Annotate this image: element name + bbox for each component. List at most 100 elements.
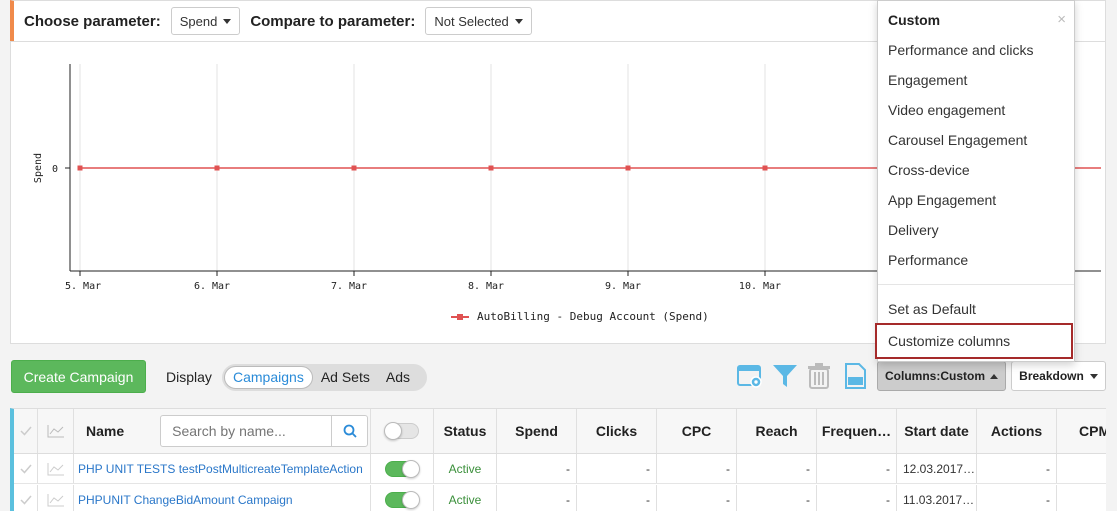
name-column-header: Name bbox=[74, 409, 371, 453]
toggle-knob bbox=[402, 459, 420, 478]
campaign-active-toggle[interactable] bbox=[385, 459, 420, 478]
actions-cell: - bbox=[977, 485, 1057, 511]
menu-item-set-as-default[interactable]: Set as Default bbox=[888, 301, 976, 317]
data-point bbox=[625, 165, 631, 171]
clicks-column-header[interactable]: Clicks bbox=[577, 409, 657, 453]
compare-parameter-select[interactable]: Not Selected bbox=[425, 7, 532, 35]
reach-cell: - bbox=[737, 454, 817, 483]
cpm-cell bbox=[1057, 454, 1106, 483]
choose-parameter-label: Choose parameter: bbox=[24, 12, 161, 30]
create-campaign-button[interactable]: Create Campaign bbox=[11, 360, 146, 393]
frequency-column-header[interactable]: Frequen… bbox=[817, 409, 897, 453]
compare-parameter-value: Not Selected bbox=[434, 13, 509, 29]
choose-parameter-select[interactable]: Spend bbox=[170, 7, 241, 35]
campaigns-table: Name Status Spend Clicks CPC Reach Frequ… bbox=[10, 408, 1106, 511]
status-cell: Active bbox=[434, 485, 497, 511]
campaign-name-link[interactable]: PHP UNIT TESTS testPostMulticreateTempla… bbox=[74, 462, 363, 476]
settings-window-icon[interactable] bbox=[736, 362, 764, 390]
segment-campaigns[interactable]: Campaigns bbox=[224, 366, 313, 389]
chevron-down-icon bbox=[514, 18, 523, 24]
display-label: Display bbox=[166, 369, 212, 385]
trash-icon[interactable] bbox=[805, 362, 833, 390]
status-cell: Active bbox=[434, 454, 497, 483]
status-column-header[interactable]: Status bbox=[434, 409, 497, 453]
columns-dropdown-button[interactable]: Columns: Custom bbox=[877, 361, 1006, 391]
filter-icon[interactable] bbox=[771, 362, 799, 390]
status-value: Active bbox=[448, 493, 482, 507]
segment-ad-sets[interactable]: Ad Sets bbox=[313, 366, 378, 389]
chart-toggle-header[interactable] bbox=[38, 409, 74, 453]
menu-item-customize-columns[interactable]: Customize columns bbox=[875, 323, 1073, 359]
start-date-column-header[interactable]: Start date bbox=[897, 409, 977, 453]
data-point bbox=[351, 165, 357, 171]
x-tick-label: 10. Mar bbox=[739, 281, 781, 292]
frequency-cell: - bbox=[817, 485, 897, 511]
name-header-label: Name bbox=[86, 423, 125, 439]
toggle-all-switch[interactable] bbox=[384, 422, 419, 440]
line-chart-icon bbox=[47, 425, 64, 438]
toggle-knob bbox=[402, 491, 420, 509]
campaign-toggle-cell bbox=[371, 454, 434, 483]
toggle-all-header[interactable] bbox=[371, 409, 434, 453]
row-chart-toggle[interactable] bbox=[38, 485, 74, 511]
actions-column-header[interactable]: Actions bbox=[977, 409, 1057, 453]
display-segmented-control: Campaigns Ad Sets Ads bbox=[222, 364, 427, 391]
cpm-column-header[interactable]: CPM bbox=[1057, 409, 1106, 453]
menu-item-video-engagement[interactable]: Video engagement bbox=[888, 102, 1005, 118]
start-date-cell: 11.03.2017… bbox=[897, 485, 977, 511]
menu-item-engagement[interactable]: Engagement bbox=[888, 72, 967, 88]
table-row: PHP UNIT TESTS testPostMulticreateTempla… bbox=[14, 454, 1106, 484]
line-chart-icon bbox=[47, 494, 64, 507]
data-point bbox=[488, 165, 494, 171]
cpc-cell: - bbox=[657, 454, 737, 483]
spend-column-header[interactable]: Spend bbox=[497, 409, 577, 453]
csv-export-icon[interactable] bbox=[841, 362, 869, 390]
menu-item-delivery[interactable]: Delivery bbox=[888, 222, 939, 238]
chart-legend[interactable]: AutoBilling - Debug Account (Spend) bbox=[451, 310, 709, 323]
check-icon bbox=[19, 495, 32, 505]
columns-prefix: Columns: bbox=[884, 369, 941, 383]
row-chart-toggle[interactable] bbox=[38, 454, 74, 483]
menu-divider bbox=[878, 284, 1074, 285]
campaign-active-toggle[interactable] bbox=[385, 491, 420, 509]
menu-item-performance[interactable]: Performance bbox=[888, 252, 968, 268]
segment-ads[interactable]: Ads bbox=[378, 366, 418, 389]
menu-item-app-engagement[interactable]: App Engagement bbox=[888, 192, 996, 208]
row-checkbox[interactable] bbox=[14, 454, 38, 483]
menu-item-carousel-engagement[interactable]: Carousel Engagement bbox=[888, 132, 1027, 148]
reach-column-header[interactable]: Reach bbox=[737, 409, 817, 453]
menu-item-cross-device[interactable]: Cross-device bbox=[888, 162, 970, 178]
cpm-cell bbox=[1057, 485, 1106, 511]
start-date-cell: 12.03.2017… bbox=[897, 454, 977, 483]
row-checkbox[interactable] bbox=[14, 485, 38, 511]
data-point bbox=[77, 165, 83, 171]
select-all-checkbox[interactable] bbox=[14, 409, 38, 453]
breakdown-dropdown-button[interactable]: Breakdown bbox=[1011, 361, 1106, 391]
spend-cell: - bbox=[497, 454, 577, 483]
menu-item-performance-and-clicks[interactable]: Performance and clicks bbox=[888, 42, 1034, 58]
search-box bbox=[160, 415, 369, 447]
campaign-toggle-cell bbox=[371, 485, 434, 511]
chevron-up-icon bbox=[990, 373, 998, 379]
check-icon bbox=[19, 464, 32, 474]
frequency-cell: - bbox=[817, 454, 897, 483]
search-input[interactable] bbox=[161, 417, 332, 445]
legend-series-label: AutoBilling - Debug Account (Spend) bbox=[477, 310, 709, 323]
toggle-knob bbox=[384, 422, 402, 440]
close-icon[interactable]: × bbox=[1057, 11, 1066, 28]
chevron-down-icon bbox=[1089, 373, 1098, 379]
chevron-down-icon bbox=[223, 18, 232, 24]
spend-cell: - bbox=[497, 485, 577, 511]
search-button[interactable] bbox=[331, 416, 367, 446]
x-tick-label: 8. Mar bbox=[468, 281, 504, 292]
data-point bbox=[214, 165, 220, 171]
choose-parameter-value: Spend bbox=[179, 13, 218, 29]
y-axis-label: Spend bbox=[33, 153, 44, 183]
legend-series-marker bbox=[451, 313, 469, 321]
cpc-column-header[interactable]: CPC bbox=[657, 409, 737, 453]
actions-cell: - bbox=[977, 454, 1057, 483]
x-tick-label: 7. Mar bbox=[331, 281, 367, 292]
campaign-name-link[interactable]: PHPUNIT ChangeBidAmount Campaign bbox=[74, 493, 293, 507]
columns-value: Custom bbox=[940, 369, 985, 383]
cpc-cell: - bbox=[657, 485, 737, 511]
